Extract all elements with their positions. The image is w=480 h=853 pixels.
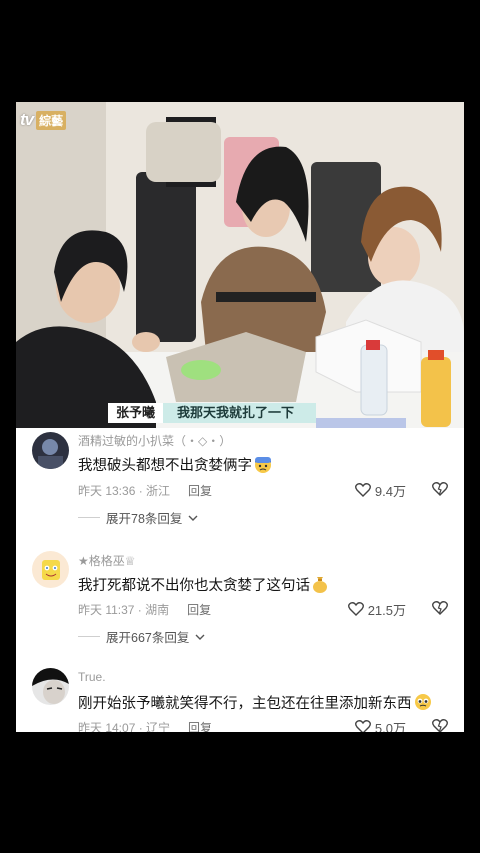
- like-button[interactable]: 9.4万: [354, 481, 406, 500]
- comment-time-location: 昨天 11:37 · 湖南: [78, 603, 170, 617]
- avatar[interactable]: [32, 668, 69, 705]
- comment-text: 刚开始张予曦就笑得不行，主包还在往里添加新东西: [78, 692, 432, 715]
- comment-text-content: 我想破头都想不出贪婪俩字: [78, 458, 252, 474]
- divider-line: [78, 517, 100, 518]
- comment-username[interactable]: True.: [78, 670, 106, 684]
- heart-icon: [347, 601, 364, 619]
- channel-logo: tv 綜藝: [20, 110, 67, 130]
- broken-heart-icon: [432, 601, 448, 619]
- dislike-button[interactable]: [432, 718, 448, 732]
- like-button[interactable]: 21.5万: [347, 600, 406, 619]
- like-count: 21.5万: [367, 603, 406, 618]
- comment-meta: 昨天 13:36 · 浙江 回复: [78, 482, 212, 499]
- comment-time-location: 昨天 14:07 · 辽宁: [78, 721, 171, 732]
- comment-meta: 昨天 14:07 · 辽宁 回复: [78, 719, 212, 732]
- comment-username[interactable]: 酒精过敏的小扒菜（・◇・）: [78, 432, 231, 449]
- logo-badge: 綜藝: [36, 110, 67, 130]
- comment-text-content: 刚开始张予曦就笑得不行，主包还在往里添加新东西: [78, 696, 412, 712]
- comment-text: 我打死都说不出你也太贪婪了这句话: [78, 574, 328, 597]
- caption-name: 张予曦: [108, 403, 164, 423]
- expand-replies-button[interactable]: 展开78条回复: [78, 508, 198, 527]
- heart-icon: [354, 719, 371, 732]
- reply-button[interactable]: 回复: [188, 484, 212, 498]
- caption-bar: 张予曦 我那天我就扎了一下: [108, 403, 317, 423]
- like-count: 9.4万: [374, 484, 406, 499]
- avatar[interactable]: [32, 551, 69, 588]
- expand-replies-label: 展开667条回复: [106, 631, 190, 645]
- pleading-face-icon: [414, 693, 432, 715]
- expand-replies-label: 展开78条回复: [106, 512, 183, 526]
- comment-meta: 昨天 11:37 · 湖南 回复: [78, 601, 211, 618]
- avatar[interactable]: [32, 432, 69, 469]
- money-bag-icon: [312, 575, 328, 597]
- comment-item: ★格格巫♕ 我打死都说不出你也太贪婪了这句话 昨天 11:37 · 湖南 回复 2…: [16, 548, 464, 646]
- comment-time-location: 昨天 13:36 · 浙江: [78, 484, 171, 498]
- comment-username[interactable]: ★格格巫♕: [78, 552, 136, 569]
- logo-tv-text: tv: [20, 110, 34, 129]
- sweat-blue-face-icon: [254, 455, 272, 477]
- video-frame[interactable]: tv 綜藝 张予曦 我那天我就扎了一下: [16, 102, 464, 428]
- reply-button[interactable]: 回复: [187, 603, 211, 617]
- heart-icon: [354, 482, 371, 500]
- post-card: tv 綜藝 张予曦 我那天我就扎了一下 酒精过敏的小扒菜（・◇・） 我想破头都想…: [16, 102, 464, 732]
- dislike-button[interactable]: [432, 481, 448, 501]
- comment-item: 酒精过敏的小扒菜（・◇・） 我想破头都想不出贪婪俩字 昨天 13:36 · 浙江…: [16, 428, 464, 526]
- broken-heart-icon: [432, 482, 448, 500]
- comment-text-content: 我打死都说不出你也太贪婪了这句话: [78, 578, 310, 594]
- like-count: 5.0万: [374, 721, 406, 732]
- comment-text: 我想破头都想不出贪婪俩字: [78, 454, 272, 477]
- broken-heart-icon: [432, 719, 448, 732]
- expand-replies-button[interactable]: 展开667条回复: [78, 627, 205, 646]
- reply-button[interactable]: 回复: [188, 721, 212, 732]
- video-scene-illustration: [16, 102, 464, 428]
- comment-item: True. 刚开始张予曦就笑得不行，主包还在往里添加新东西 昨天 14:07 ·…: [16, 665, 464, 732]
- divider-line: [78, 636, 100, 637]
- chevron-down-icon: [195, 630, 205, 644]
- dislike-button[interactable]: [432, 600, 448, 620]
- like-button[interactable]: 5.0万: [354, 718, 406, 732]
- chevron-down-icon: [188, 511, 198, 525]
- caption-text: 我那天我就扎了一下: [163, 403, 317, 423]
